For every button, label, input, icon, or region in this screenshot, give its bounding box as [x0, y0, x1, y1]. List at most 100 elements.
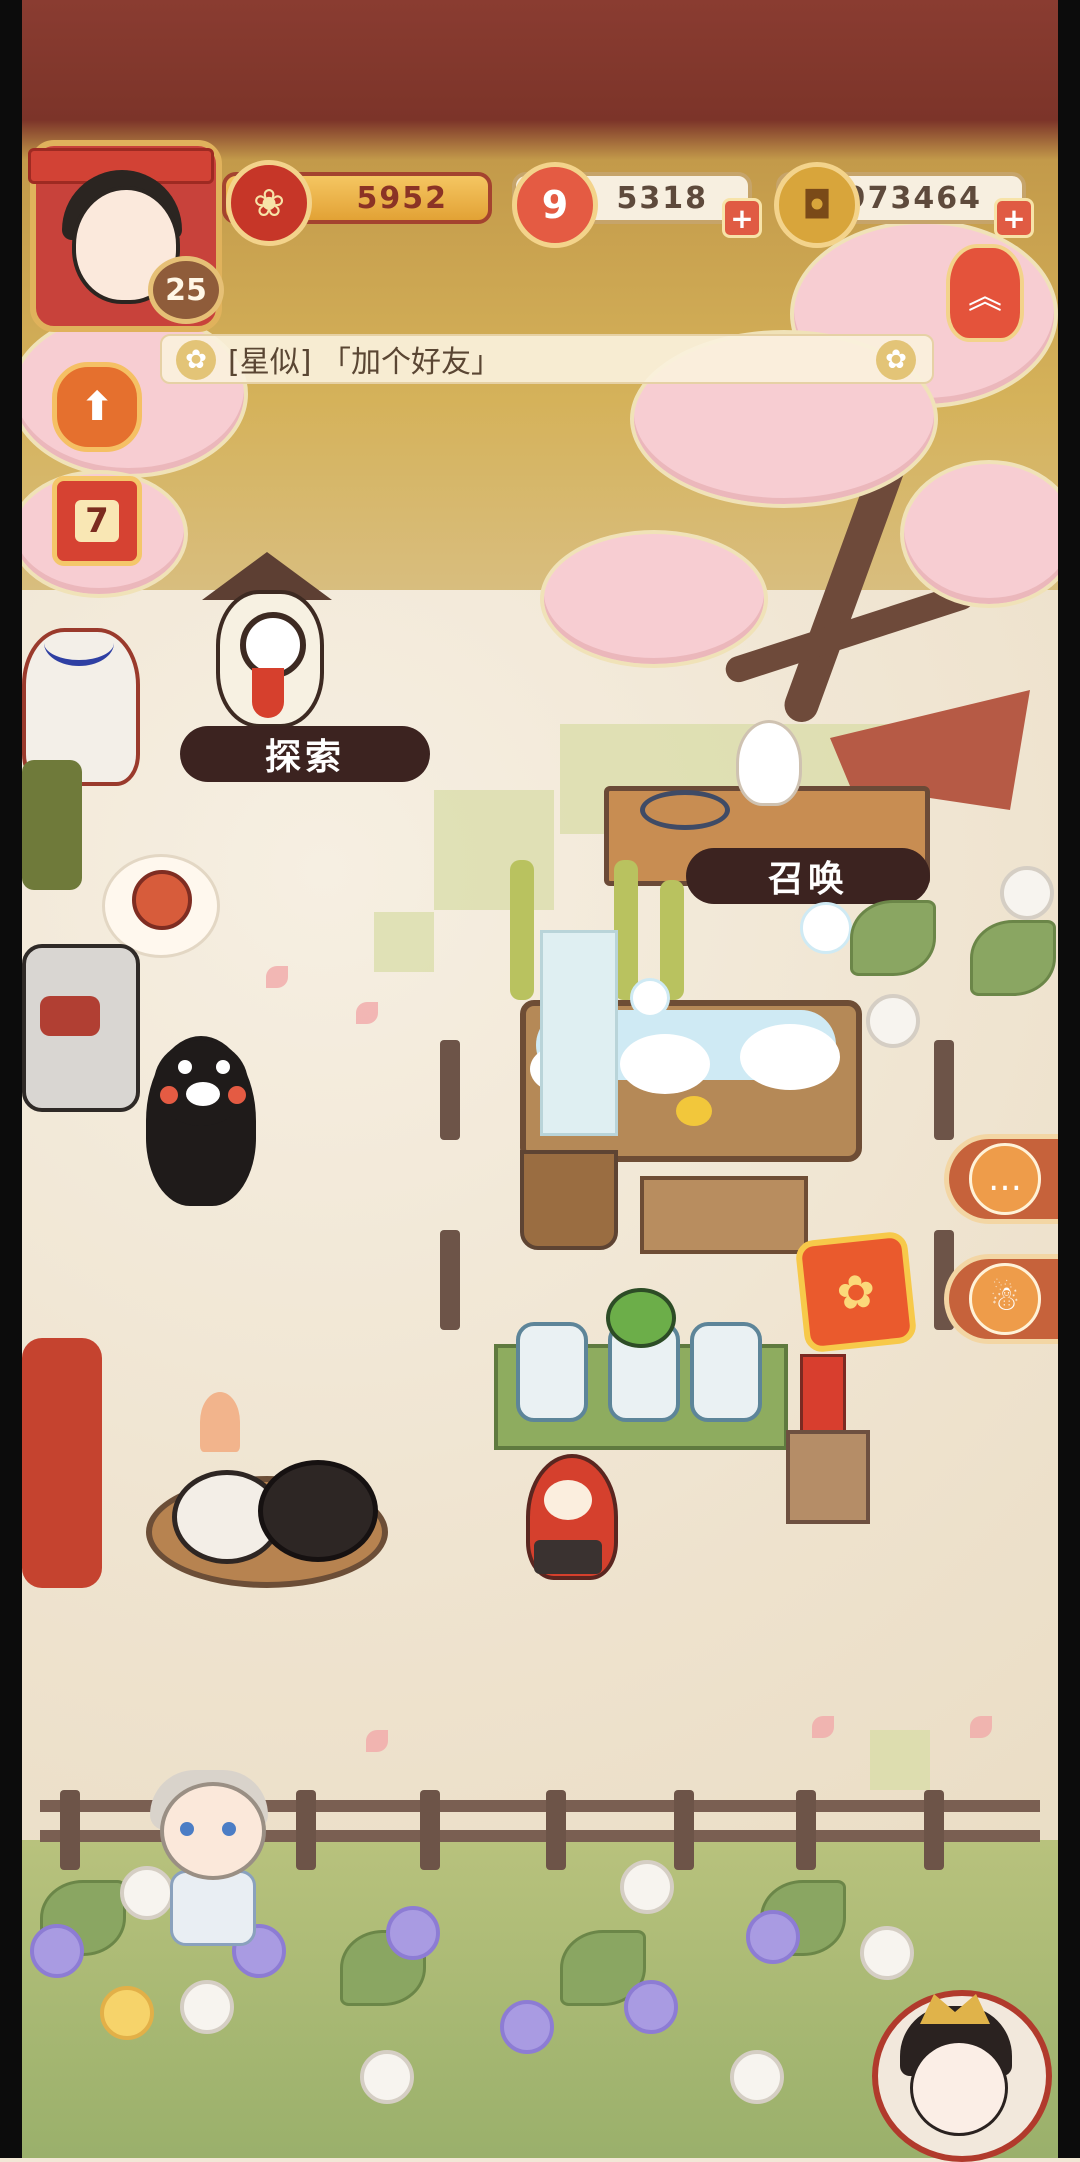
white-flower — [1000, 866, 1054, 920]
paper-doll-icon — [736, 720, 802, 806]
scissors-icon — [640, 790, 730, 830]
rubber-duck-icon — [676, 1096, 712, 1126]
bear-muzzle — [186, 1082, 220, 1106]
shikigami-face — [910, 2040, 1008, 2136]
black-mask-yokai[interactable] — [258, 1460, 378, 1562]
wooden-step — [640, 1176, 808, 1254]
chat-bubble-icon: … — [969, 1143, 1041, 1215]
summon-tab-button[interactable]: ☃ — [944, 1254, 1062, 1344]
wooden-chair — [786, 1430, 870, 1524]
sakura-cloud — [540, 530, 768, 668]
petal — [812, 1716, 834, 1738]
leaf — [970, 920, 1056, 996]
fence-post — [546, 1790, 566, 1870]
gold-coin-icon: ◘ — [774, 162, 860, 248]
white-flower — [180, 1980, 234, 2034]
floating-bubble — [630, 978, 670, 1018]
bear-cheek — [228, 1086, 246, 1104]
white-flower — [120, 1866, 174, 1920]
magatama-icon: 9 — [512, 162, 598, 248]
chat-tab-button[interactable]: … — [944, 1134, 1062, 1224]
white-flower — [730, 2050, 784, 2104]
petal — [266, 966, 288, 988]
yellow-flower — [100, 1986, 154, 2040]
temari-ball-icon — [132, 870, 192, 930]
petal — [970, 1716, 992, 1738]
white-flower — [860, 1926, 914, 1980]
bear-eye — [178, 1060, 192, 1074]
grass-tile — [374, 912, 434, 972]
white-flower — [866, 994, 920, 1048]
purple-flower — [746, 1910, 800, 1964]
boy-eye — [222, 1822, 236, 1836]
explore-label[interactable]: 探索 — [180, 726, 430, 782]
bamboo-stalk — [510, 860, 534, 1000]
frog-yokai-icon[interactable] — [606, 1288, 676, 1348]
bath-curtain — [540, 930, 618, 1136]
wooden-bucket — [520, 1150, 618, 1250]
chat-message-bar[interactable]: [星似] 「加个好友」 — [160, 334, 934, 384]
foam-bubble — [620, 1034, 710, 1094]
taiko-drum — [516, 1322, 588, 1422]
coin-emblem-icon: ✿ — [834, 1263, 878, 1321]
boy-eye — [180, 1822, 194, 1836]
floating-bubble — [800, 902, 852, 954]
magatama-value: 5318 — [616, 180, 708, 216]
white-flower — [360, 2050, 414, 2104]
daruma-base — [534, 1540, 602, 1574]
lucky-bag-button[interactable]: ✿ — [794, 1230, 918, 1354]
message-text: [星似] 「加个好友」 — [228, 345, 501, 380]
bear-eye — [216, 1060, 230, 1074]
fence-post — [60, 1790, 80, 1870]
screen-edge-left — [0, 0, 22, 2158]
purple-flower — [386, 1906, 440, 1960]
fence-post — [934, 1040, 954, 1140]
sakura-cloud — [900, 460, 1078, 608]
oni-horns — [44, 620, 114, 666]
fence-post — [796, 1790, 816, 1870]
flower-vase-icon — [200, 1392, 240, 1452]
fence-post — [440, 1040, 460, 1140]
screen-edge-right — [1058, 0, 1080, 2158]
red-costume-character[interactable] — [22, 1338, 102, 1588]
fence-post — [296, 1790, 316, 1870]
taiko-drum — [690, 1322, 762, 1422]
up-arrow-icon: ⬆ — [80, 384, 114, 430]
bear-cheek — [160, 1086, 178, 1104]
purple-flower — [500, 2000, 554, 2054]
boy-body — [170, 1870, 256, 1946]
red-mask — [40, 996, 100, 1036]
grass-tile — [870, 1730, 930, 1790]
fence-post — [420, 1790, 440, 1870]
plum-blossom-icon: ❀ — [226, 160, 312, 246]
plum-currency-value: 5952 — [356, 180, 448, 216]
kimono-character[interactable] — [22, 760, 82, 890]
fence-post — [924, 1790, 944, 1870]
purple-flower — [30, 1924, 84, 1978]
petal — [366, 1730, 388, 1752]
white-flower — [620, 1860, 674, 1914]
fence-post — [440, 1230, 460, 1330]
calendar-button[interactable]: 7 — [52, 476, 142, 566]
grass-tile — [434, 790, 554, 910]
summon-label[interactable]: 召唤 — [686, 848, 930, 904]
flower-icon: ✿ — [876, 340, 916, 380]
lantern-tongue — [252, 668, 284, 718]
add-magatama-button[interactable]: + — [722, 198, 762, 238]
upgrade-lantern-button[interactable]: ⬆ — [52, 362, 142, 452]
fence-post — [674, 1790, 694, 1870]
level-badge: 25 — [148, 256, 224, 324]
calendar-icon: 7 — [75, 500, 119, 542]
foam-bubble — [740, 1024, 840, 1090]
summon-doll-icon: ☃ — [969, 1263, 1041, 1335]
coins-value: 973464 — [844, 180, 982, 216]
silver-hair-boy-character[interactable] — [160, 1782, 266, 1880]
koi-streamer-icon[interactable]: ︽ — [946, 244, 1024, 342]
purple-flower — [624, 1980, 678, 2034]
bamboo-stalk — [660, 880, 684, 1000]
daruma-face — [544, 1480, 592, 1520]
flower-icon: ✿ — [176, 340, 216, 380]
add-coins-button[interactable]: + — [994, 198, 1034, 238]
petal — [356, 1002, 378, 1024]
leaf — [850, 900, 936, 976]
